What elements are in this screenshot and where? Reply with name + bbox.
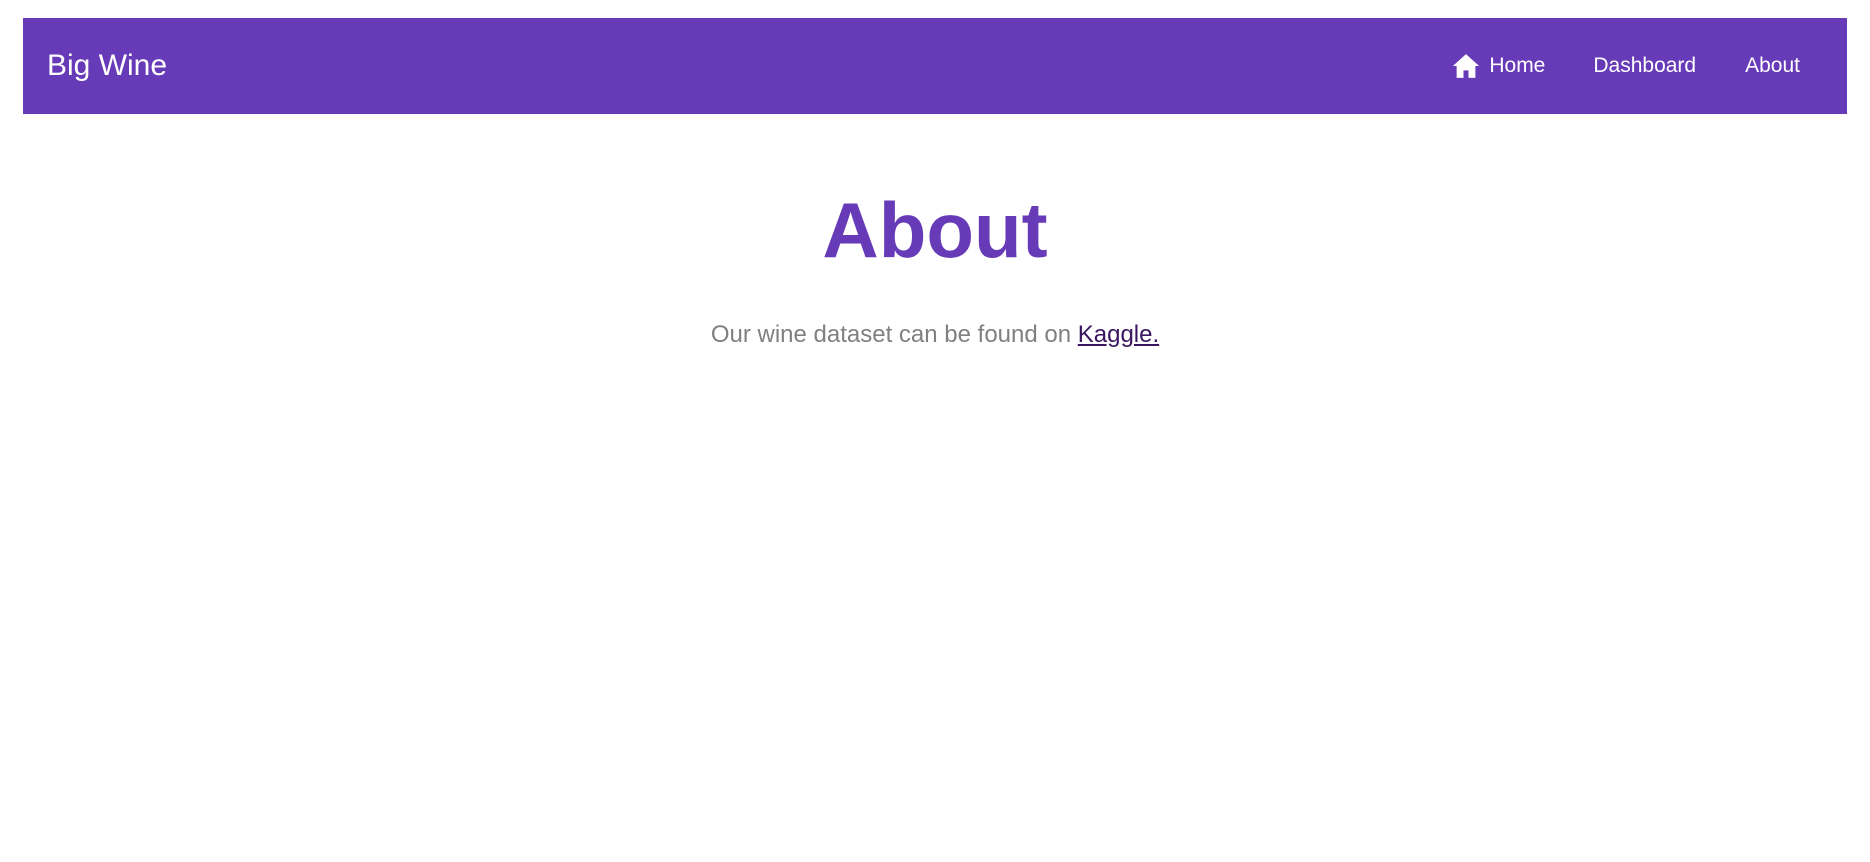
nav-about-link[interactable]: About [1745, 54, 1800, 78]
brand-link[interactable]: Big Wine [47, 49, 167, 83]
nav-home-link[interactable]: Home [1451, 51, 1545, 81]
kaggle-link[interactable]: Kaggle. [1078, 321, 1159, 348]
page-title: About [822, 186, 1048, 274]
nav-dashboard-link[interactable]: Dashboard [1593, 54, 1696, 78]
home-icon [1451, 51, 1481, 81]
dataset-text: Our wine dataset can be found on [710, 321, 1078, 348]
nav-home-label: Home [1489, 54, 1546, 77]
nav-links: Home Dashboard About [1451, 51, 1800, 81]
navbar: Big Wine Home Dashboard About [23, 18, 1847, 114]
main-content: About Our wine dataset can be found on K… [0, 114, 1870, 373]
dataset-description: Our wine dataset can be found on Kaggle. [0, 321, 1870, 349]
